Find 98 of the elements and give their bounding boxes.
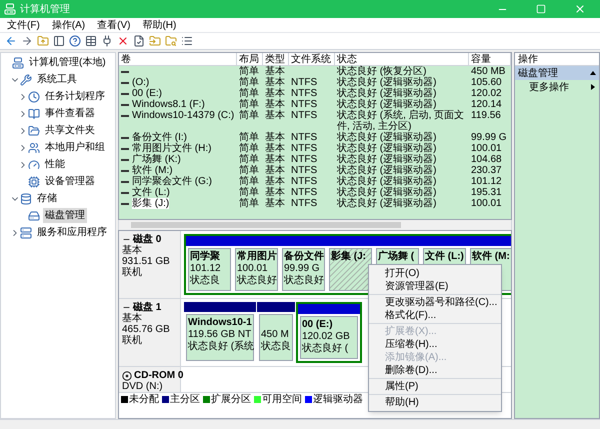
table-cell-text: 简单 [239,154,260,165]
table-cell-text: NTFS [291,88,318,99]
table-cell-text: 简单 [239,110,260,121]
table-cell: 101.12 [471,176,502,187]
partition-name: Windows10-1 [188,317,252,329]
table-cell: 104.68 [471,154,502,165]
table-cell-text: 状态良好 (逻辑驱动器) [337,187,438,198]
table-cell-text: 状态良好 (逻辑驱动器) [337,99,438,110]
table-cell-text: 简单 [239,66,260,77]
partition-size: 99.99 G [284,263,321,274]
table-cell: 195.31 [471,187,502,198]
window-title: 计算机管理 [20,2,71,16]
table-cell-text: 状态良好 (逻辑驱动器) [337,88,438,99]
table-cell-text: 简单 [239,165,260,176]
partition-name: 常用图片 [237,251,276,263]
table-cell-text: 状态良好 (逻辑驱动器) [337,132,438,143]
table-cell-text: 基本 [265,132,286,143]
table-cell-text: NTFS [291,143,318,154]
table-cell-text: 状态良好 (逻辑驱动器) [337,165,438,176]
table-cell-text: 基本 [265,143,286,154]
table-cell: 99.99 G [471,132,507,143]
table-cell-text: NTFS [291,176,318,187]
legend-label: 逻辑驱动器 [313,392,363,406]
table-cell-text: 简单 [239,176,260,187]
table-cell: 120.14 [471,99,502,110]
disk-type: 基本 [122,245,143,256]
table-cell-text: NTFS [291,165,318,176]
actions-title: 操作 [515,53,599,66]
disk-name: CD-ROM 0 [134,370,184,381]
table-cell-text: NTFS [291,154,318,165]
legend-label: 未分配 [129,392,159,406]
table-cell-text: 基本 [265,187,286,198]
table-cell-text: 状态良好 (逻辑驱动器) [337,154,438,165]
partition-name: 文件 (L:) [425,251,464,263]
disk-status: 联机 [122,335,143,346]
partition-status: 状态良好 (系统 [188,341,252,353]
table-cell: 230.37 [471,165,502,176]
table-cell-text: 状态良好 (系统, 启动, 页面文件, 活动, 主分区) [337,110,466,132]
partition-name: 备份文件 [284,251,323,263]
table-cell-text: NTFS [291,110,318,121]
section-title: 磁盘管理 [518,66,558,80]
partition-name: 同学聚 [190,251,221,263]
table-cell: 120.02 [471,88,502,99]
table-cell-text: 基本 [265,110,286,121]
partition-size: 101.12 [190,263,222,274]
table-cell: 100.01 [471,198,502,209]
legend-label: 可用空间 [262,392,302,406]
table-cell-text: NTFS [291,132,318,143]
partition-size: 119.56 GB NT [188,329,252,340]
table-cell-text: 基本 [265,66,286,77]
partition-name: 软件 (M: [472,251,511,263]
table-cell-text: 状态良好 (逻辑驱动器) [337,77,438,88]
partition-status: 状态良好 [237,275,276,287]
legend-label: 扩展分区 [211,392,251,406]
partition-name: 00 (E:) [302,319,334,331]
legend-label: 主分区 [170,392,200,406]
table-cell: 105.60 [471,77,502,88]
table-cell-text: 基本 [265,198,286,209]
table-cell-text: 简单 [239,88,260,99]
partition-status: 状态良好 ( [302,343,350,355]
disk-size: 931.51 GB [122,256,171,267]
partition-status: 状态良 [261,341,291,353]
partition-size: 120.02 GB [302,331,351,342]
partition-status: 状态良好 [284,275,323,287]
table-cell-text: 简单 [239,99,260,110]
table-cell-text: 状态良好 (逻辑驱动器) [337,176,438,187]
table-cell-text: 状态良好 (逻辑驱动器) [337,198,438,209]
table-cell-text: 状态良好 (恢复分区) [337,66,428,77]
table-cell-text: NTFS [291,198,318,209]
table-cell-text: 基本 [265,77,286,88]
table-cell-text: 基本 [265,176,286,187]
table-cell-text: 状态良好 (逻辑驱动器) [337,143,438,154]
table-cell-text: 简单 [239,198,260,209]
table-cell-text: NTFS [291,187,318,198]
disk-type: DVD (N:) [122,381,164,392]
table-cell-text: 基本 [265,165,286,176]
table-cell: 100.01 [471,143,502,154]
table-cell-text: 简单 [239,187,260,198]
table-cell-text: NTFS [291,77,318,88]
table-cell-text: NTFS [291,99,318,110]
table-cell: 450 MB [471,66,506,77]
table-cell-text: 简单 [239,143,260,154]
table-cell-text: 基本 [265,154,286,165]
disk-name: 磁盘 0 [133,234,162,245]
disk-size: 465.76 GB [122,324,171,335]
table-cell: 119.56 [471,110,501,121]
table-cell-text: 基本 [265,88,286,99]
partition-status: 状态良 [190,275,221,287]
table-cell-text: 简单 [239,77,260,88]
partition-name: 广场舞 ( [378,251,416,263]
partition-size: 450 M [261,329,290,340]
table-cell-text: 简单 [239,132,260,143]
partition-size: 100.01 [237,263,269,274]
disk-status: 联机 [122,267,143,278]
partition-name: 影集 (J: [331,251,367,263]
disk-type: 基本 [122,313,143,324]
disk-name: 磁盘 1 [133,302,162,313]
table-cell-text: 基本 [265,99,286,110]
